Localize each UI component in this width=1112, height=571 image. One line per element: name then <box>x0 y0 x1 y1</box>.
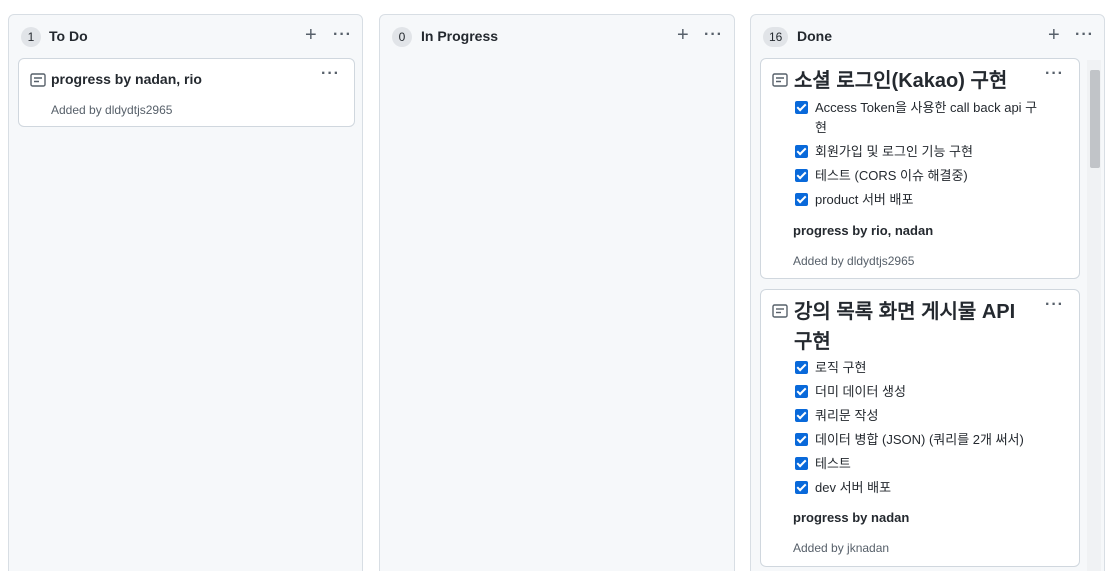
checklist-item: 테스트 <box>795 454 1065 474</box>
card-title: 강의 목록 화면 게시물 API <box>794 301 1016 323</box>
added-by-text: Added by jknadan <box>793 541 890 555</box>
card-title: 소셜 로그인(Kakao) 구현 <box>794 70 1008 92</box>
column-title: Done <box>797 28 832 44</box>
checkbox-checked[interactable] <box>795 409 808 422</box>
checklist-item-text: 데이터 병합 (JSON) (쿼리를 2개 써서) <box>815 432 1024 447</box>
note-card[interactable]: ··· 소셜 로그인(Kakao) 구현 Access Token을 사용한 c… <box>760 58 1080 279</box>
card-count-badge: 16 <box>763 27 789 47</box>
note-icon <box>772 304 788 318</box>
checklist-item-text: dev 서버 배포 <box>815 480 892 495</box>
checkbox-checked[interactable] <box>795 193 808 206</box>
checklist-item: 쿼리문 작성 <box>795 406 1065 426</box>
checklist-item: 로직 구현 <box>795 358 1065 378</box>
checklist-item-text: 로직 구현 <box>815 360 867 375</box>
checklist-item: 데이터 병합 (JSON) (쿼리를 2개 써서) <box>795 430 1071 450</box>
card-count-badge: 0 <box>392 27 412 47</box>
card-count-badge: 1 <box>21 27 41 47</box>
plus-icon[interactable]: + <box>677 24 689 46</box>
checklist-item: 더미 데이터 생성 <box>795 382 1065 402</box>
plus-icon[interactable]: + <box>1048 24 1060 46</box>
checklist-item-text: 테스트 <box>815 456 851 471</box>
added-by-text: Added by dldydtjs2965 <box>51 103 173 117</box>
checklist-item-text: 쿼리문 작성 <box>815 408 879 423</box>
checklist-item: product 서버 배포 <box>795 190 1045 210</box>
checklist-item-text: 회원가입 및 로그인 기능 구현 <box>815 144 973 159</box>
card-menu-icon[interactable]: ··· <box>321 65 340 83</box>
note-card[interactable]: ··· progress by nadan, rio Added by dldy… <box>18 58 355 127</box>
checklist-item: dev 서버 배포 <box>795 478 1065 498</box>
checkbox-checked[interactable] <box>795 101 808 114</box>
note-card[interactable]: ··· 강의 목록 화면 게시물 API 구현 로직 구현 더미 데이터 생성 … <box>760 289 1080 567</box>
checkbox-checked[interactable] <box>795 385 808 398</box>
note-icon <box>30 73 46 87</box>
checkbox-checked[interactable] <box>795 457 808 470</box>
column-header: 1 To Do + ··· <box>9 15 362 57</box>
checklist-item: 테스트 (CORS 이슈 해결중) <box>795 166 1045 186</box>
kebab-icon[interactable]: ··· <box>333 24 352 46</box>
column-header: 16 Done + ··· <box>751 15 1104 57</box>
note-text: progress by rio, nadan <box>793 223 934 238</box>
checkbox-checked[interactable] <box>795 361 808 374</box>
column-to-do: 1 To Do + ··· ··· progress by nadan, rio… <box>8 14 363 571</box>
checklist-item-text: 테스트 (CORS 이슈 해결중) <box>815 168 968 183</box>
checklist-item: 회원가입 및 로그인 기능 구현 <box>795 142 1045 162</box>
kebab-icon[interactable]: ··· <box>1075 24 1094 46</box>
note-text: progress by nadan <box>793 510 910 525</box>
column-header: 0 In Progress + ··· <box>380 15 734 57</box>
plus-icon[interactable]: + <box>305 24 317 46</box>
checklist-item-text: 더미 데이터 생성 <box>815 384 906 399</box>
note-text: progress by nadan, rio <box>51 71 202 87</box>
note-icon <box>772 73 788 87</box>
scrollbar-thumb[interactable] <box>1090 70 1100 168</box>
checkbox-checked[interactable] <box>795 433 808 446</box>
checklist-item-text: product 서버 배포 <box>815 192 914 207</box>
column-done: 16 Done + ··· ··· 소셜 로그인(Kakao) 구현 Acces… <box>750 14 1105 571</box>
checkbox-checked[interactable] <box>795 481 808 494</box>
added-by-text: Added by dldydtjs2965 <box>793 254 915 268</box>
card-menu-icon[interactable]: ··· <box>1045 65 1064 83</box>
checkbox-checked[interactable] <box>795 145 808 158</box>
column-title: To Do <box>49 28 88 44</box>
checkbox-checked[interactable] <box>795 169 808 182</box>
checklist-item-text: Access Token을 사용한 call back api 구현 <box>815 100 1038 135</box>
kebab-icon[interactable]: ··· <box>704 24 723 46</box>
column-title: In Progress <box>421 28 499 44</box>
column-in-progress: 0 In Progress + ··· <box>379 14 735 571</box>
checklist-item: Access Token을 사용한 call back api 구현 <box>795 98 1045 138</box>
card-title-continued: 구현 <box>794 331 831 353</box>
